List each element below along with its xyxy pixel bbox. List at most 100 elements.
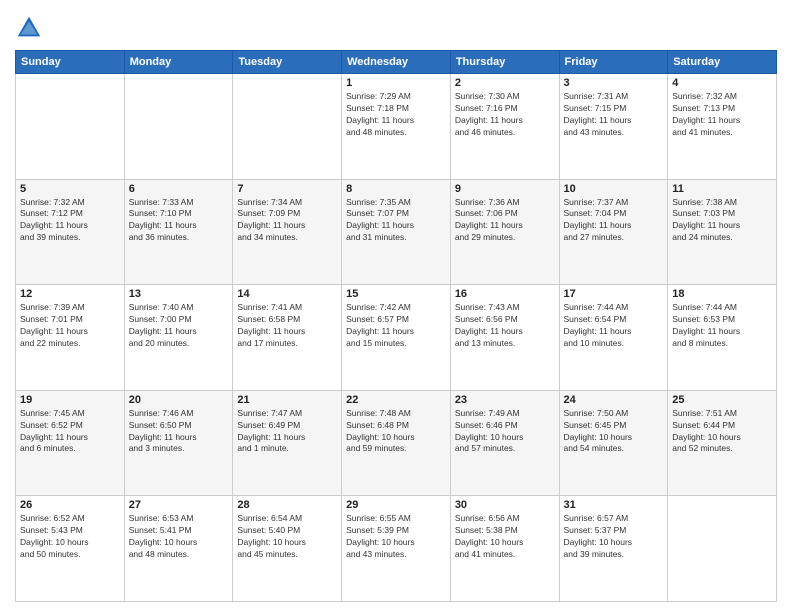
day-number: 1 — [346, 77, 446, 89]
day-number: 31 — [564, 499, 664, 511]
calendar-cell: 6 Sunrise: 7:33 AMSunset: 7:10 PMDaylight… — [124, 179, 233, 285]
page: SundayMondayTuesdayWednesdayThursdayFrid… — [0, 0, 792, 612]
day-number: 15 — [346, 288, 446, 300]
week-row-4: 26Sunrise: 6:52 AMSunset: 5:43 PMDayligh… — [16, 496, 777, 602]
day-info: Sunrise: 7:35 AMSunset: 7:07 PMDaylight:… — [346, 197, 446, 245]
week-row-3: 19 Sunrise: 7:45 AMSunset: 6:52 PMDayligh… — [16, 390, 777, 496]
calendar-cell: 31 Sunrise: 6:57 AMSunset: 5:37 PMDayligh… — [559, 496, 668, 602]
day-info: Sunrise: 7:41 AMSunset: 6:58 PMDaylight:… — [237, 302, 337, 350]
weekday-header-saturday: Saturday — [668, 51, 777, 74]
day-info: Sunrise: 7:46 AMSunset: 6:50 PMDaylight:… — [129, 408, 229, 456]
day-info: Sunrise: 7:29 AMSunset: 7:18 PMDaylight:… — [346, 91, 446, 139]
day-info: Sunrise: 6:55 AMSunset: 5:39 PMDaylight:… — [346, 513, 446, 561]
calendar-cell: 16 Sunrise: 7:43 AMSunset: 6:56 PMDayligh… — [450, 285, 559, 391]
week-row-0: 1 Sunrise: 7:29 AMSunset: 7:18 PMDaylight… — [16, 74, 777, 180]
day-number: 17 — [564, 288, 664, 300]
day-number: 20 — [129, 394, 229, 406]
day-number: 2 — [455, 77, 555, 89]
day-number: 10 — [564, 183, 664, 195]
calendar-cell: 1 Sunrise: 7:29 AMSunset: 7:18 PMDaylight… — [342, 74, 451, 180]
calendar-cell: 4 Sunrise: 7:32 AMSunset: 7:13 PMDaylight… — [668, 74, 777, 180]
day-info: Sunrise: 7:51 AMSunset: 6:44 PMDaylight:… — [672, 408, 772, 456]
weekday-header-sunday: Sunday — [16, 51, 125, 74]
day-number: 30 — [455, 499, 555, 511]
day-info: Sunrise: 6:56 AMSunset: 5:38 PMDaylight:… — [455, 513, 555, 561]
day-number: 26 — [20, 499, 120, 511]
day-info: Sunrise: 7:44 AMSunset: 6:53 PMDaylight:… — [672, 302, 772, 350]
calendar-cell: 26Sunrise: 6:52 AMSunset: 5:43 PMDayligh… — [16, 496, 125, 602]
day-info: Sunrise: 7:36 AMSunset: 7:06 PMDaylight:… — [455, 197, 555, 245]
calendar-cell: 12 Sunrise: 7:39 AMSunset: 7:01 PMDayligh… — [16, 285, 125, 391]
day-info: Sunrise: 7:33 AMSunset: 7:10 PMDaylight:… — [129, 197, 229, 245]
day-info: Sunrise: 7:37 AMSunset: 7:04 PMDaylight:… — [564, 197, 664, 245]
day-info: Sunrise: 7:45 AMSunset: 6:52 PMDaylight:… — [20, 408, 120, 456]
day-info: Sunrise: 7:43 AMSunset: 6:56 PMDaylight:… — [455, 302, 555, 350]
calendar-cell — [124, 74, 233, 180]
calendar-cell: 15Sunrise: 7:42 AMSunset: 6:57 PMDayligh… — [342, 285, 451, 391]
calendar-cell: 18 Sunrise: 7:44 AMSunset: 6:53 PMDayligh… — [668, 285, 777, 391]
day-info: Sunrise: 7:39 AMSunset: 7:01 PMDaylight:… — [20, 302, 120, 350]
calendar-cell: 19 Sunrise: 7:45 AMSunset: 6:52 PMDayligh… — [16, 390, 125, 496]
logo — [15, 14, 45, 42]
day-info: Sunrise: 7:31 AMSunset: 7:15 PMDaylight:… — [564, 91, 664, 139]
calendar-cell: 7Sunrise: 7:34 AMSunset: 7:09 PMDaylight… — [233, 179, 342, 285]
calendar-cell: 28Sunrise: 6:54 AMSunset: 5:40 PMDayligh… — [233, 496, 342, 602]
day-number: 8 — [346, 183, 446, 195]
calendar-cell: 29 Sunrise: 6:55 AMSunset: 5:39 PMDayligh… — [342, 496, 451, 602]
day-number: 18 — [672, 288, 772, 300]
weekday-header-monday: Monday — [124, 51, 233, 74]
calendar-cell: 21Sunrise: 7:47 AMSunset: 6:49 PMDayligh… — [233, 390, 342, 496]
calendar-cell: 10 Sunrise: 7:37 AMSunset: 7:04 PMDayligh… — [559, 179, 668, 285]
day-number: 16 — [455, 288, 555, 300]
day-number: 27 — [129, 499, 229, 511]
day-number: 14 — [237, 288, 337, 300]
day-info: Sunrise: 7:44 AMSunset: 6:54 PMDaylight:… — [564, 302, 664, 350]
calendar-cell: 20 Sunrise: 7:46 AMSunset: 6:50 PMDayligh… — [124, 390, 233, 496]
day-info: Sunrise: 7:40 AMSunset: 7:00 PMDaylight:… — [129, 302, 229, 350]
header — [15, 10, 777, 42]
calendar-cell: 11 Sunrise: 7:38 AMSunset: 7:03 PMDayligh… — [668, 179, 777, 285]
calendar-cell: 30 Sunrise: 6:56 AMSunset: 5:38 PMDayligh… — [450, 496, 559, 602]
day-number: 24 — [564, 394, 664, 406]
day-number: 7 — [237, 183, 337, 195]
day-info: Sunrise: 7:30 AMSunset: 7:16 PMDaylight:… — [455, 91, 555, 139]
day-info: Sunrise: 6:54 AMSunset: 5:40 PMDaylight:… — [237, 513, 337, 561]
calendar-cell: 22Sunrise: 7:48 AMSunset: 6:48 PMDayligh… — [342, 390, 451, 496]
day-info: Sunrise: 7:32 AMSunset: 7:13 PMDaylight:… — [672, 91, 772, 139]
weekday-header-row: SundayMondayTuesdayWednesdayThursdayFrid… — [16, 51, 777, 74]
day-info: Sunrise: 7:50 AMSunset: 6:45 PMDaylight:… — [564, 408, 664, 456]
logo-icon — [15, 14, 43, 42]
day-number: 4 — [672, 77, 772, 89]
day-info: Sunrise: 7:49 AMSunset: 6:46 PMDaylight:… — [455, 408, 555, 456]
calendar-cell: 27Sunrise: 6:53 AMSunset: 5:41 PMDayligh… — [124, 496, 233, 602]
week-row-1: 5Sunrise: 7:32 AMSunset: 7:12 PMDaylight… — [16, 179, 777, 285]
day-number: 29 — [346, 499, 446, 511]
calendar-cell: 3Sunrise: 7:31 AMSunset: 7:15 PMDaylight… — [559, 74, 668, 180]
day-number: 11 — [672, 183, 772, 195]
day-number: 12 — [20, 288, 120, 300]
calendar-cell: 8 Sunrise: 7:35 AMSunset: 7:07 PMDaylight… — [342, 179, 451, 285]
day-info: Sunrise: 6:57 AMSunset: 5:37 PMDaylight:… — [564, 513, 664, 561]
day-number: 22 — [346, 394, 446, 406]
day-number: 23 — [455, 394, 555, 406]
day-number: 6 — [129, 183, 229, 195]
weekday-header-friday: Friday — [559, 51, 668, 74]
day-number: 19 — [20, 394, 120, 406]
weekday-header-tuesday: Tuesday — [233, 51, 342, 74]
day-number: 13 — [129, 288, 229, 300]
calendar-cell: 25 Sunrise: 7:51 AMSunset: 6:44 PMDayligh… — [668, 390, 777, 496]
calendar-cell: 24 Sunrise: 7:50 AMSunset: 6:45 PMDayligh… — [559, 390, 668, 496]
calendar-cell — [233, 74, 342, 180]
day-info: Sunrise: 7:38 AMSunset: 7:03 PMDaylight:… — [672, 197, 772, 245]
calendar-cell: 2 Sunrise: 7:30 AMSunset: 7:16 PMDaylight… — [450, 74, 559, 180]
weekday-header-wednesday: Wednesday — [342, 51, 451, 74]
calendar-cell: 23 Sunrise: 7:49 AMSunset: 6:46 PMDayligh… — [450, 390, 559, 496]
calendar-cell — [16, 74, 125, 180]
calendar-table: SundayMondayTuesdayWednesdayThursdayFrid… — [15, 50, 777, 602]
day-number: 21 — [237, 394, 337, 406]
day-number: 25 — [672, 394, 772, 406]
calendar-cell: 9Sunrise: 7:36 AMSunset: 7:06 PMDaylight… — [450, 179, 559, 285]
weekday-header-thursday: Thursday — [450, 51, 559, 74]
calendar-cell: 14 Sunrise: 7:41 AMSunset: 6:58 PMDayligh… — [233, 285, 342, 391]
calendar-cell: 5Sunrise: 7:32 AMSunset: 7:12 PMDaylight… — [16, 179, 125, 285]
